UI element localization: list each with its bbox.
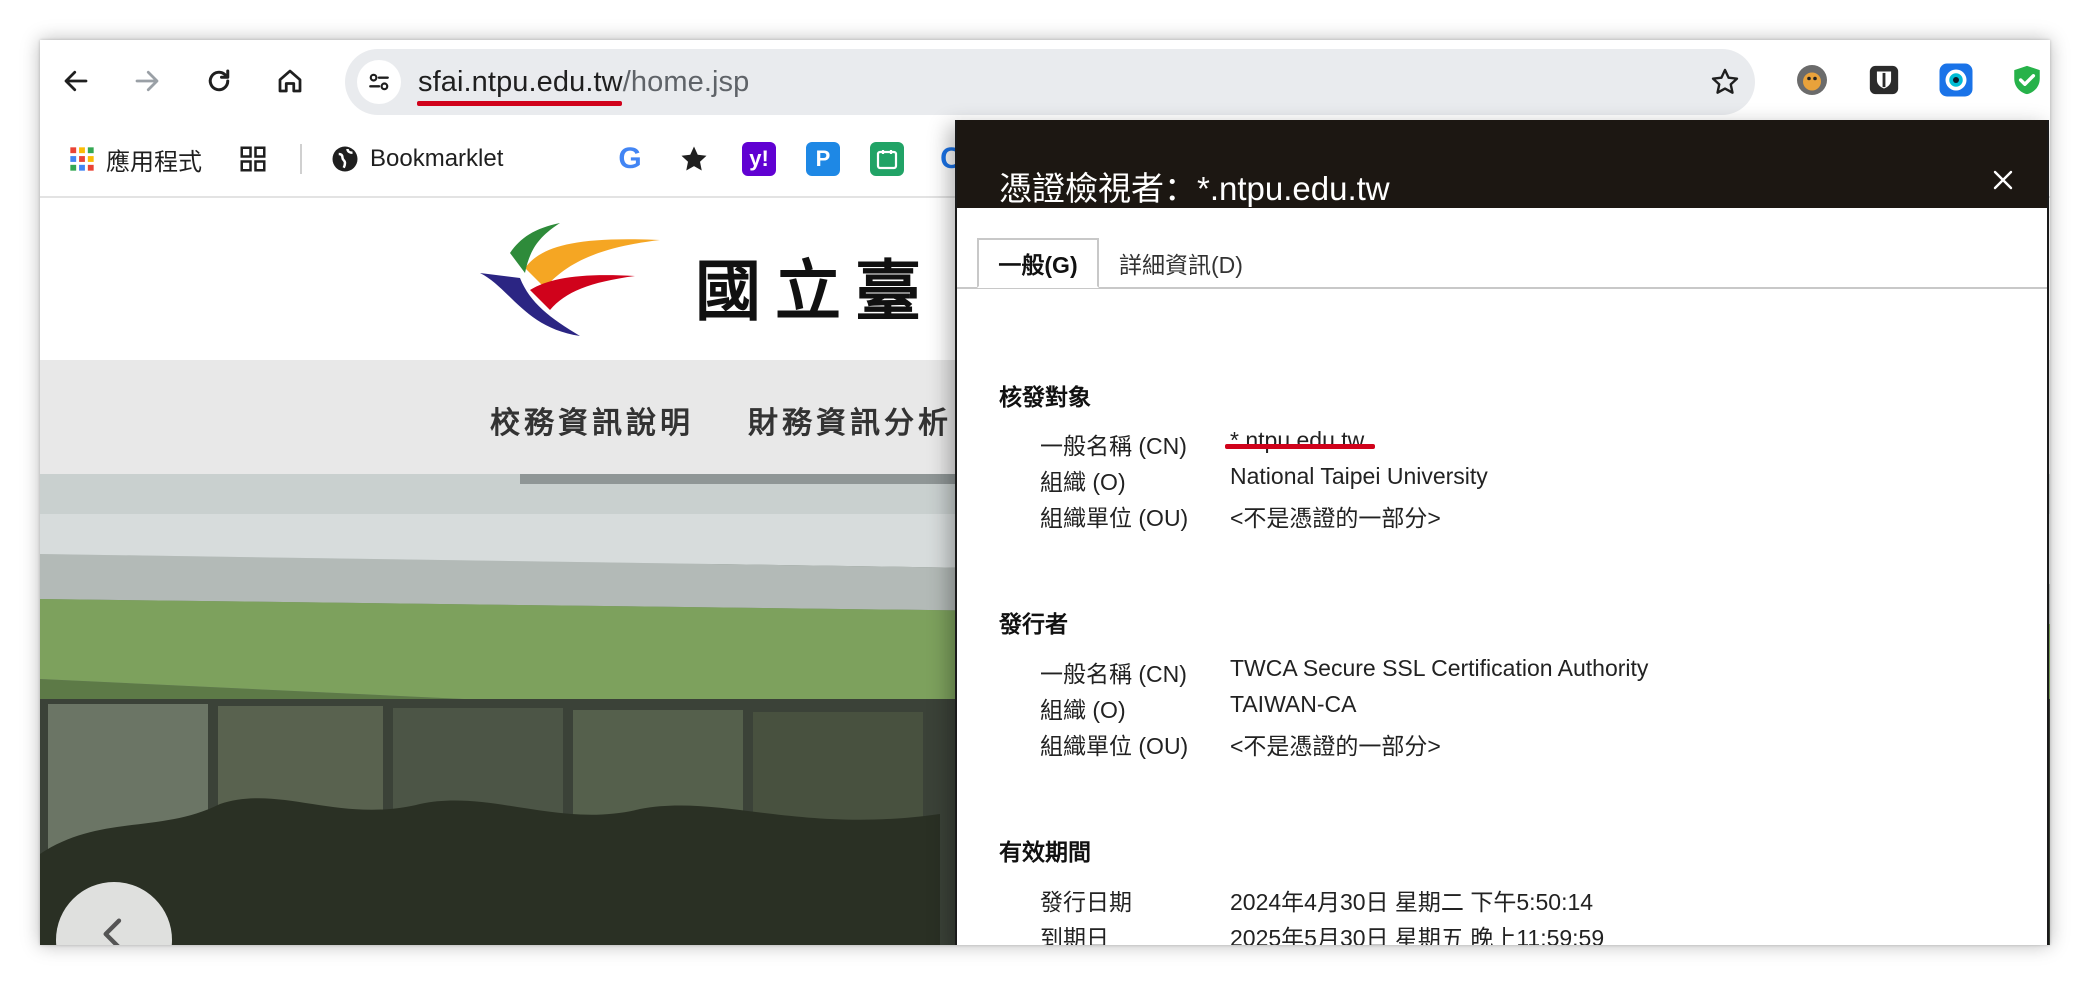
back-button[interactable]	[56, 61, 96, 101]
url-highlight-underline	[417, 101, 622, 106]
expiry-date-label: 到期日	[1040, 925, 1109, 945]
bookmark-apps-label: 應用程式	[106, 148, 202, 176]
grid-icon	[238, 144, 268, 174]
shield-extension-icon	[1869, 65, 1899, 95]
forward-arrow-icon	[135, 70, 159, 92]
address-bar[interactable]: sfai.ntpu.edu.tw/home.jsp	[345, 49, 1755, 115]
bookmark-tab-groups[interactable]	[238, 141, 278, 177]
extension-button-1[interactable]	[1791, 59, 1833, 101]
issued-to-org-label: 組織 (O)	[1040, 469, 1126, 495]
p-bookmark-icon[interactable]: P	[806, 142, 840, 176]
bookmark-bookmarklet-label: Bookmarklet	[370, 145, 504, 172]
issued-date-value: 2024年4月30日 星期二 下午5:50:14	[1230, 889, 1594, 915]
menu-item-school-info[interactable]: 校務資訊說明	[490, 398, 694, 442]
reload-icon	[208, 69, 230, 92]
reload-button[interactable]	[199, 61, 239, 101]
tab-general[interactable]: 一般(G)	[977, 238, 1099, 288]
dialog-close-button[interactable]	[1987, 164, 2019, 196]
url-path: /home.jsp	[622, 66, 750, 98]
google-bookmark-icon[interactable]: G	[613, 142, 647, 176]
site-info-button[interactable]	[357, 60, 401, 104]
expiry-date-value: 2025年5月30日 星期五 晚上11:59:59	[1230, 925, 1605, 945]
browser-toolbar: sfai.ntpu.edu.tw/home.jsp	[40, 40, 2050, 122]
issued-by-cn-value: TWCA Secure SSL Certification Authority	[1230, 655, 1649, 681]
university-name: 國立臺	[695, 252, 935, 330]
home-icon	[278, 69, 302, 93]
issued-by-ou-label: 組織單位 (OU)	[1040, 733, 1189, 759]
browser-window: sfai.ntpu.edu.tw/home.jsp 應用程式 Bookmarkl…	[40, 40, 2050, 945]
dialog-tabs: 一般(G) 詳細資訊(D)	[957, 208, 2047, 290]
issued-to-ou-value: <不是憑證的一部分>	[1230, 505, 1441, 531]
url-host: sfai.ntpu.edu.tw	[418, 66, 623, 98]
dialog-titlebar: 憑證檢視者：*.ntpu.edu.tw	[957, 120, 2047, 208]
home-button[interactable]	[270, 61, 310, 101]
issued-by-org-label: 組織 (O)	[1040, 697, 1126, 723]
issued-to-org-value: National Taipei University	[1230, 463, 1488, 489]
extension-mascot-icon	[1797, 65, 1827, 95]
extension-button-4[interactable]	[2006, 59, 2048, 101]
extension-button-2[interactable]	[1863, 59, 1905, 101]
menu-item-financial-analysis[interactable]: 財務資訊分析	[748, 398, 952, 442]
bookmark-apps[interactable]: 應用程式	[68, 141, 202, 177]
calendar-bookmark-icon[interactable]	[870, 142, 904, 176]
url-text[interactable]: sfai.ntpu.edu.tw/home.jsp	[418, 65, 749, 99]
apps-grid-icon	[68, 145, 96, 173]
globe-icon	[330, 144, 360, 174]
section-heading-validity: 有效期間	[999, 839, 1091, 865]
issued-to-cn-value: *.ntpu.edu.tw	[1230, 427, 1365, 453]
tune-icon	[369, 73, 389, 91]
chevron-left-icon	[103, 918, 122, 945]
bookmark-bookmarklet[interactable]: Bookmarklet	[330, 141, 503, 177]
dialog-title: 憑證檢視者：*.ntpu.edu.tw	[999, 170, 1390, 207]
section-heading-issued-by: 發行者	[999, 611, 1068, 637]
issued-by-ou-value: <不是憑證的一部分>	[1230, 733, 1441, 759]
cn-highlight-underline	[1225, 444, 1375, 449]
issued-to-cn-label: 一般名稱 (CN)	[1040, 433, 1187, 459]
issued-by-org-value: TAIWAN-CA	[1230, 691, 1357, 717]
issued-to-ou-label: 組織單位 (OU)	[1040, 505, 1189, 531]
bookmark-star-button[interactable]	[1706, 63, 1744, 101]
close-icon	[1993, 170, 2013, 190]
tab-details[interactable]: 詳細資訊(D)	[1119, 238, 1243, 288]
star-outline-icon	[1711, 68, 1739, 94]
issued-date-label: 發行日期	[1040, 889, 1132, 915]
yahoo-bookmark-icon[interactable]: y!	[742, 142, 776, 176]
forward-button[interactable]	[127, 61, 167, 101]
shield-check-icon	[2014, 65, 2040, 95]
university-logo	[480, 223, 660, 336]
section-heading-issued-to: 核發對象	[999, 384, 1091, 410]
back-arrow-icon	[64, 70, 88, 92]
bookmarks-separator	[300, 144, 302, 174]
certificate-viewer-dialog: 憑證檢視者：*.ntpu.edu.tw 一般(G) 詳細資訊(D) 核發對象 一…	[955, 120, 2049, 945]
camera-extension-icon	[1939, 63, 1973, 97]
extension-button-3[interactable]	[1935, 59, 1977, 101]
issued-by-cn-label: 一般名稱 (CN)	[1040, 661, 1187, 687]
star-bookmark-icon[interactable]	[677, 142, 711, 176]
